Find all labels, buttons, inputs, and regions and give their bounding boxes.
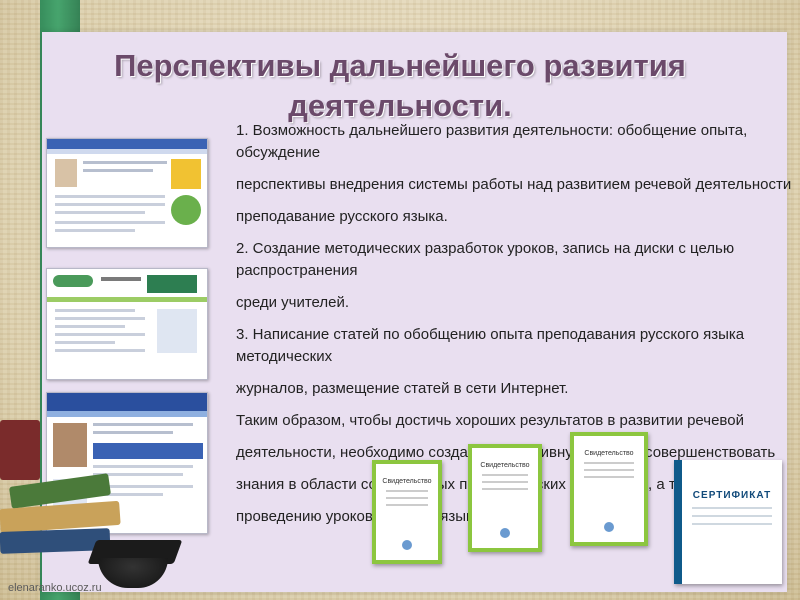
certificate-2: Свидетельство xyxy=(468,444,542,552)
website-screenshot-2 xyxy=(46,268,208,380)
body-line: 3. Написание статей по обобщению опыта п… xyxy=(236,326,745,343)
body-line: журналов, размещение статей в сети Интер… xyxy=(236,380,569,397)
body-line: 2. Создание методических разработок урок… xyxy=(236,240,735,257)
certificate-1: Свидетельство xyxy=(372,460,442,564)
body-line: Таким образом, чтобы достичь хороших рез… xyxy=(236,412,744,429)
website-screenshot-1 xyxy=(46,138,208,248)
body-line: 1. Возможность дальнейшего развития деят… xyxy=(236,122,748,139)
certificate-4: СЕРТИФИКАТ xyxy=(674,460,782,584)
book-decoration xyxy=(0,420,40,480)
footer-url: elenaranko.ucoz.ru xyxy=(8,582,102,594)
body-line: преподавание русского языка. xyxy=(236,208,448,225)
body-line: среди учителей. xyxy=(236,294,350,311)
body-line: обсуждение xyxy=(236,144,321,161)
certificate-3: Свидетельство xyxy=(570,432,648,546)
body-line: распространения xyxy=(236,262,358,279)
body-line: методических xyxy=(236,348,333,365)
title-line-1: Перспективы дальнейшего развития xyxy=(114,48,686,83)
body-line: перспективы внедрения системы работы над… xyxy=(236,176,792,193)
slide-title: Перспективы дальнейшего развития деятель… xyxy=(50,46,750,126)
